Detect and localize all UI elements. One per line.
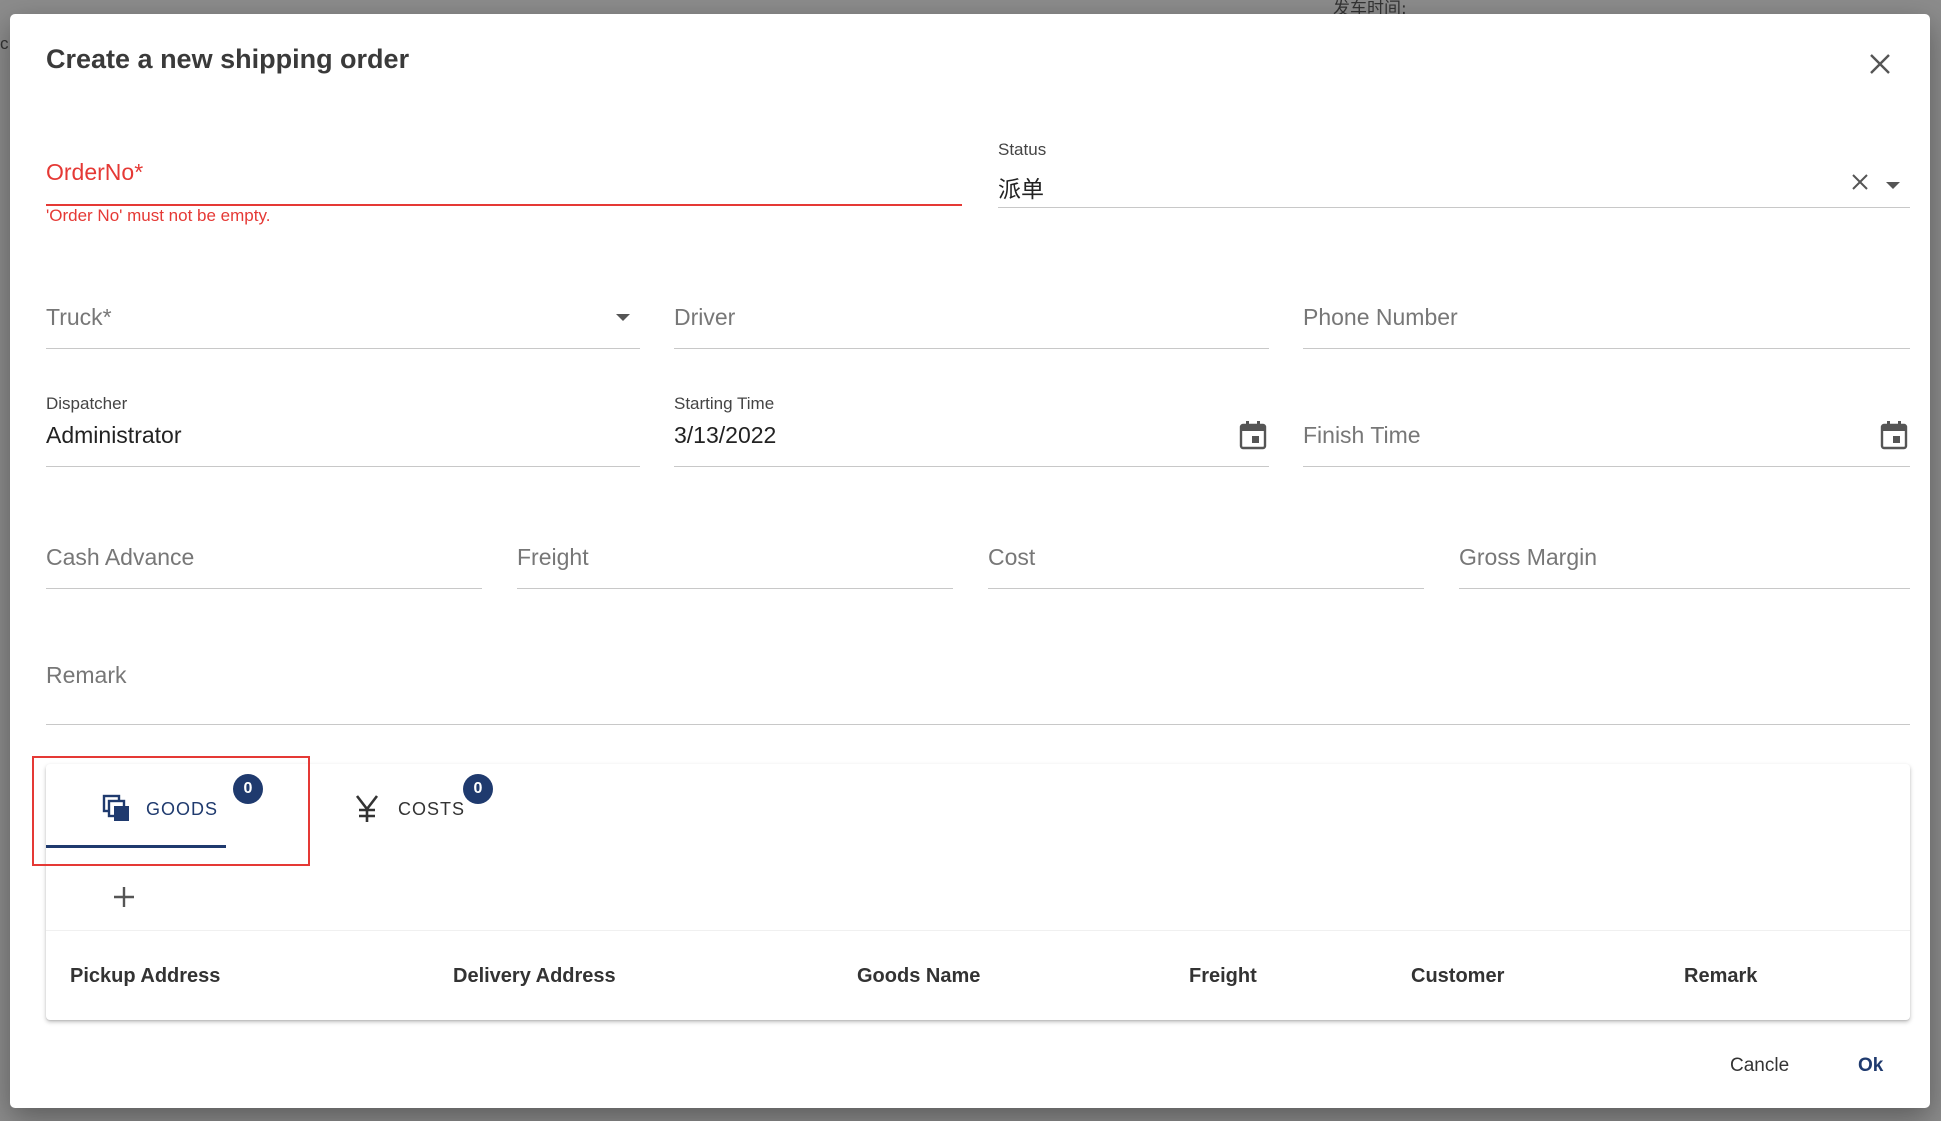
order-no-field[interactable]: OrderNo*	[46, 124, 962, 214]
freight-field[interactable]: Freight	[517, 544, 953, 604]
dispatcher-value: Administrator	[46, 422, 182, 448]
remark-field[interactable]: Remark	[46, 662, 1910, 742]
driver-field[interactable]: Driver	[674, 304, 1269, 364]
status-select[interactable]: Status 派单	[998, 124, 1910, 214]
dispatcher-field[interactable]: Dispatcher Administrator	[46, 394, 640, 484]
close-icon	[1870, 54, 1890, 74]
costs-count-badge: 0	[463, 774, 493, 804]
phone-number-field[interactable]: Phone Number	[1303, 304, 1910, 364]
truck-underline	[46, 348, 640, 349]
column-remark[interactable]: Remark	[1684, 965, 1757, 988]
chevron-down-icon[interactable]	[616, 314, 630, 321]
gross-margin-field[interactable]: Gross Margin	[1459, 544, 1910, 604]
cash-advance-label: Cash Advance	[46, 544, 195, 570]
calendar-icon[interactable]	[1880, 420, 1908, 450]
finish-time-label: Finish Time	[1303, 422, 1421, 448]
starting-time-value: 3/13/2022	[674, 422, 777, 448]
truck-label: Truck*	[46, 304, 112, 330]
gross-margin-underline	[1459, 588, 1910, 589]
dispatcher-underline	[46, 466, 640, 467]
ok-button[interactable]: Ok	[1858, 1055, 1883, 1077]
column-pickup-address[interactable]: Pickup Address	[70, 965, 220, 988]
remark-label: Remark	[46, 662, 127, 688]
starting-time-label: Starting Time	[674, 394, 775, 413]
calendar-icon[interactable]	[1239, 420, 1267, 450]
tab-goods[interactable]: GOODS	[102, 784, 218, 834]
goods-table-header: Pickup Address Delivery Address Goods Na…	[46, 930, 1910, 1020]
create-order-dialog: Create a new shipping order OrderNo* 'Or…	[10, 14, 1930, 1108]
cost-label: Cost	[988, 544, 1036, 570]
clear-icon[interactable]	[1850, 172, 1870, 192]
order-no-label: OrderNo*	[46, 159, 144, 185]
yen-icon	[355, 795, 379, 822]
column-goods-name[interactable]: Goods Name	[857, 965, 980, 988]
cost-underline	[988, 588, 1424, 589]
freight-underline	[517, 588, 953, 589]
tab-costs[interactable]: COSTS	[354, 784, 465, 834]
driver-underline	[674, 348, 1269, 349]
active-tab-indicator	[46, 845, 226, 848]
background-text-left: c	[0, 34, 9, 53]
column-freight[interactable]: Freight	[1189, 965, 1257, 988]
starting-time-underline	[674, 466, 1269, 467]
copy-icon	[102, 794, 129, 821]
finish-time-underline	[1303, 466, 1910, 467]
tab-costs-label: COSTS	[398, 798, 466, 819]
status-label: Status	[998, 140, 1047, 159]
dispatcher-label: Dispatcher	[46, 394, 128, 413]
phone-number-underline	[1303, 348, 1910, 349]
remark-underline	[46, 724, 1910, 725]
column-customer[interactable]: Customer	[1411, 965, 1504, 988]
status-value: 派单	[998, 177, 1044, 203]
close-button[interactable]	[1860, 44, 1900, 84]
status-underline	[998, 207, 1910, 208]
gross-margin-label: Gross Margin	[1459, 544, 1598, 570]
tab-goods-label: GOODS	[146, 798, 219, 819]
column-delivery-address[interactable]: Delivery Address	[453, 965, 616, 988]
finish-time-field[interactable]: Finish Time	[1303, 394, 1910, 484]
cancel-button[interactable]: Cancle	[1730, 1055, 1789, 1077]
chevron-down-icon[interactable]	[1886, 182, 1900, 189]
starting-time-field[interactable]: Starting Time 3/13/2022	[674, 394, 1269, 484]
phone-number-label: Phone Number	[1303, 304, 1458, 330]
dialog-title: Create a new shipping order	[46, 44, 410, 74]
add-icon[interactable]	[106, 879, 142, 915]
truck-select[interactable]: Truck*	[46, 304, 640, 364]
cost-field[interactable]: Cost	[988, 544, 1424, 604]
cash-advance-field[interactable]: Cash Advance	[46, 544, 482, 604]
order-no-error: 'Order No' must not be empty.	[46, 206, 271, 225]
cash-advance-underline	[46, 588, 482, 589]
goods-count-badge: 0	[233, 774, 263, 804]
freight-label: Freight	[517, 544, 589, 570]
goods-costs-panel: GOODS 0 COSTS 0 Pickup Address Delivery …	[46, 764, 1910, 1020]
driver-label: Driver	[674, 304, 736, 330]
